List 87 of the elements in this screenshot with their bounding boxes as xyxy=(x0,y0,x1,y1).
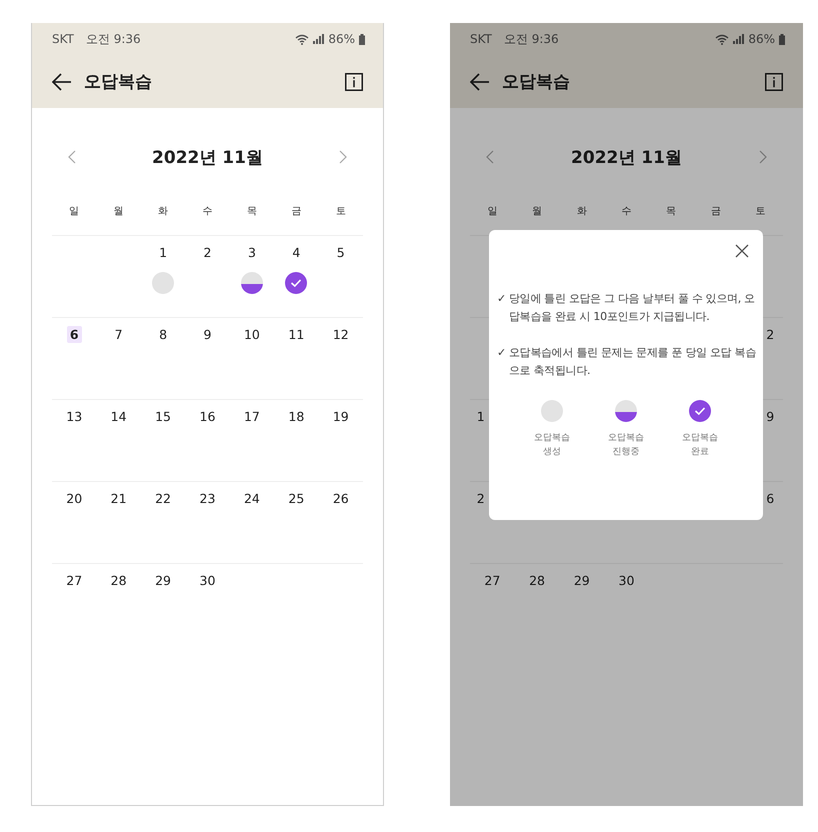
month-title: 2022년 11월 xyxy=(152,146,263,168)
page-title: 오답복습 xyxy=(84,71,152,93)
calendar-day[interactable]: 20 xyxy=(63,490,86,507)
weekday-label: 일 xyxy=(69,204,80,218)
weekday-label: 수 xyxy=(202,204,212,218)
back-arrow-icon[interactable] xyxy=(52,72,72,90)
calendar-day[interactable]: 14 xyxy=(108,408,130,425)
calendar-day[interactable]: 18 xyxy=(285,408,308,425)
calendar-day[interactable]: 16 xyxy=(196,408,218,425)
calendar-day[interactable]: 30 xyxy=(616,572,638,589)
weekday-label: 금 xyxy=(710,204,721,218)
weekday-label: 월 xyxy=(114,204,124,218)
info-icon[interactable] xyxy=(345,72,363,90)
wifi-icon xyxy=(715,34,730,44)
carrier-text: SKT xyxy=(52,32,74,46)
calendar-day[interactable]: 1 xyxy=(156,244,170,261)
calendar-day[interactable]: 19 xyxy=(330,408,352,425)
calendar-day[interactable]: 15 xyxy=(152,408,174,425)
check-circle-icon xyxy=(285,272,308,294)
calendar-day[interactable]: 29 xyxy=(152,572,174,589)
calendar-day[interactable]: 30 xyxy=(196,572,218,589)
wifi-icon xyxy=(295,34,310,44)
time-text: 오전 9:36 xyxy=(86,30,141,48)
legend-label: 오답복습 진행중 xyxy=(608,432,644,459)
calendar-day[interactable]: 8 xyxy=(156,326,170,343)
page-title: 오답복습 xyxy=(502,71,570,93)
calendar-day[interactable]: 25 xyxy=(285,490,308,507)
calendar-day[interactable]: 4 xyxy=(289,244,304,261)
weekday-label: 일 xyxy=(487,204,498,218)
month-title: 2022년 11월 xyxy=(571,146,682,168)
battery-icon xyxy=(779,34,785,44)
weekday-label: 목 xyxy=(246,204,257,218)
calendar-day[interactable]: 24 xyxy=(240,490,263,507)
calendar-day[interactable]: 1 xyxy=(474,408,488,425)
time-text: 오전 9:36 xyxy=(504,30,559,48)
battery-text: 86% xyxy=(748,32,775,46)
weekday-label: 목 xyxy=(666,204,676,218)
calendar-day[interactable]: 3 xyxy=(244,244,259,261)
back-arrow-icon[interactable] xyxy=(470,72,490,90)
calendar-day[interactable]: 11 xyxy=(285,326,308,343)
calendar-day[interactable]: 9 xyxy=(763,408,778,425)
calendar-day[interactable]: 29 xyxy=(570,572,593,589)
calendar-day[interactable]: 21 xyxy=(108,490,130,507)
calendar-day[interactable]: 13 xyxy=(63,408,86,425)
weekday-label: 수 xyxy=(621,204,632,218)
calendar-day[interactable]: 10 xyxy=(240,326,263,343)
calendar-day[interactable]: 28 xyxy=(108,572,130,589)
note-text: 당일에 틀린 오답은 그 다음 날부터 풀 수 있으며, 오답복습을 완료 시 10포인트가 지급됩니다. xyxy=(508,291,756,325)
calendar-day[interactable]: 6 xyxy=(763,490,778,507)
calendar-day[interactable]: 5 xyxy=(334,244,348,261)
calendar-day[interactable]: 9 xyxy=(200,326,214,343)
calendar-day[interactable]: 2 xyxy=(763,326,778,343)
check-circle-icon xyxy=(689,400,711,422)
calendar-day[interactable]: 7 xyxy=(112,326,126,343)
weekday-label: 화 xyxy=(158,204,168,218)
calendar-day[interactable]: 27 xyxy=(481,572,504,589)
half-filled-dot xyxy=(615,400,637,422)
check-mark: ✓ xyxy=(497,345,506,361)
legend-label: 오답복습 생성 xyxy=(534,432,570,459)
calendar-day[interactable]: 2 xyxy=(200,244,214,261)
battery-text: 86% xyxy=(328,32,355,46)
check-mark: ✓ xyxy=(497,291,506,307)
calendar-day[interactable]: 22 xyxy=(152,490,174,507)
weekday-label: 토 xyxy=(756,204,766,218)
note-text: 오답복습에서 틀린 문제는 문제를 푼 당일 오답 복습으로 축적됩니다. xyxy=(508,345,757,379)
calendar-day[interactable]: 2 xyxy=(474,490,488,507)
signal-icon xyxy=(733,34,744,44)
calendar-day[interactable]: 6 xyxy=(66,326,82,343)
calendar-day[interactable]: 23 xyxy=(196,490,218,507)
info-icon[interactable] xyxy=(765,72,783,90)
calendar-day[interactable]: 26 xyxy=(330,490,352,507)
status-dot xyxy=(541,400,563,422)
close-icon[interactable] xyxy=(735,244,749,258)
legend-label: 오답복습 완료 xyxy=(682,432,718,459)
calendar-day[interactable]: 28 xyxy=(526,572,548,589)
carrier-text: SKT xyxy=(470,32,492,46)
weekday-label: 월 xyxy=(532,204,542,218)
calendar-day[interactable]: 17 xyxy=(240,408,263,425)
weekday-label: 토 xyxy=(336,204,346,218)
battery-icon xyxy=(359,34,365,44)
status-dot xyxy=(152,272,174,294)
weekday-label: 금 xyxy=(291,204,302,218)
calendar-day[interactable]: 27 xyxy=(63,572,86,589)
half-filled-dot xyxy=(240,272,263,294)
calendar-day[interactable]: 12 xyxy=(330,326,352,343)
weekday-label: 화 xyxy=(576,204,587,218)
signal-icon xyxy=(313,34,324,44)
